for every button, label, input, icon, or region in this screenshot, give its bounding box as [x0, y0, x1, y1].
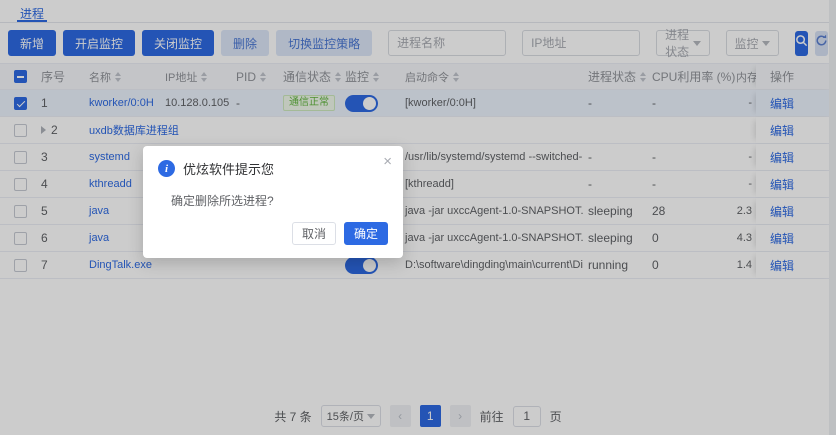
- confirm-dialog: × i 优炫软件提示您 确定删除所选进程? 取消 确定: [143, 146, 403, 258]
- dialog-title: 优炫软件提示您: [183, 159, 274, 178]
- cancel-button[interactable]: 取消: [292, 222, 336, 245]
- confirm-button[interactable]: 确定: [344, 222, 388, 245]
- info-icon: i: [158, 160, 175, 177]
- dialog-message: 确定删除所选进程?: [171, 192, 388, 209]
- close-icon[interactable]: ×: [383, 154, 392, 169]
- modal-mask: [0, 0, 836, 435]
